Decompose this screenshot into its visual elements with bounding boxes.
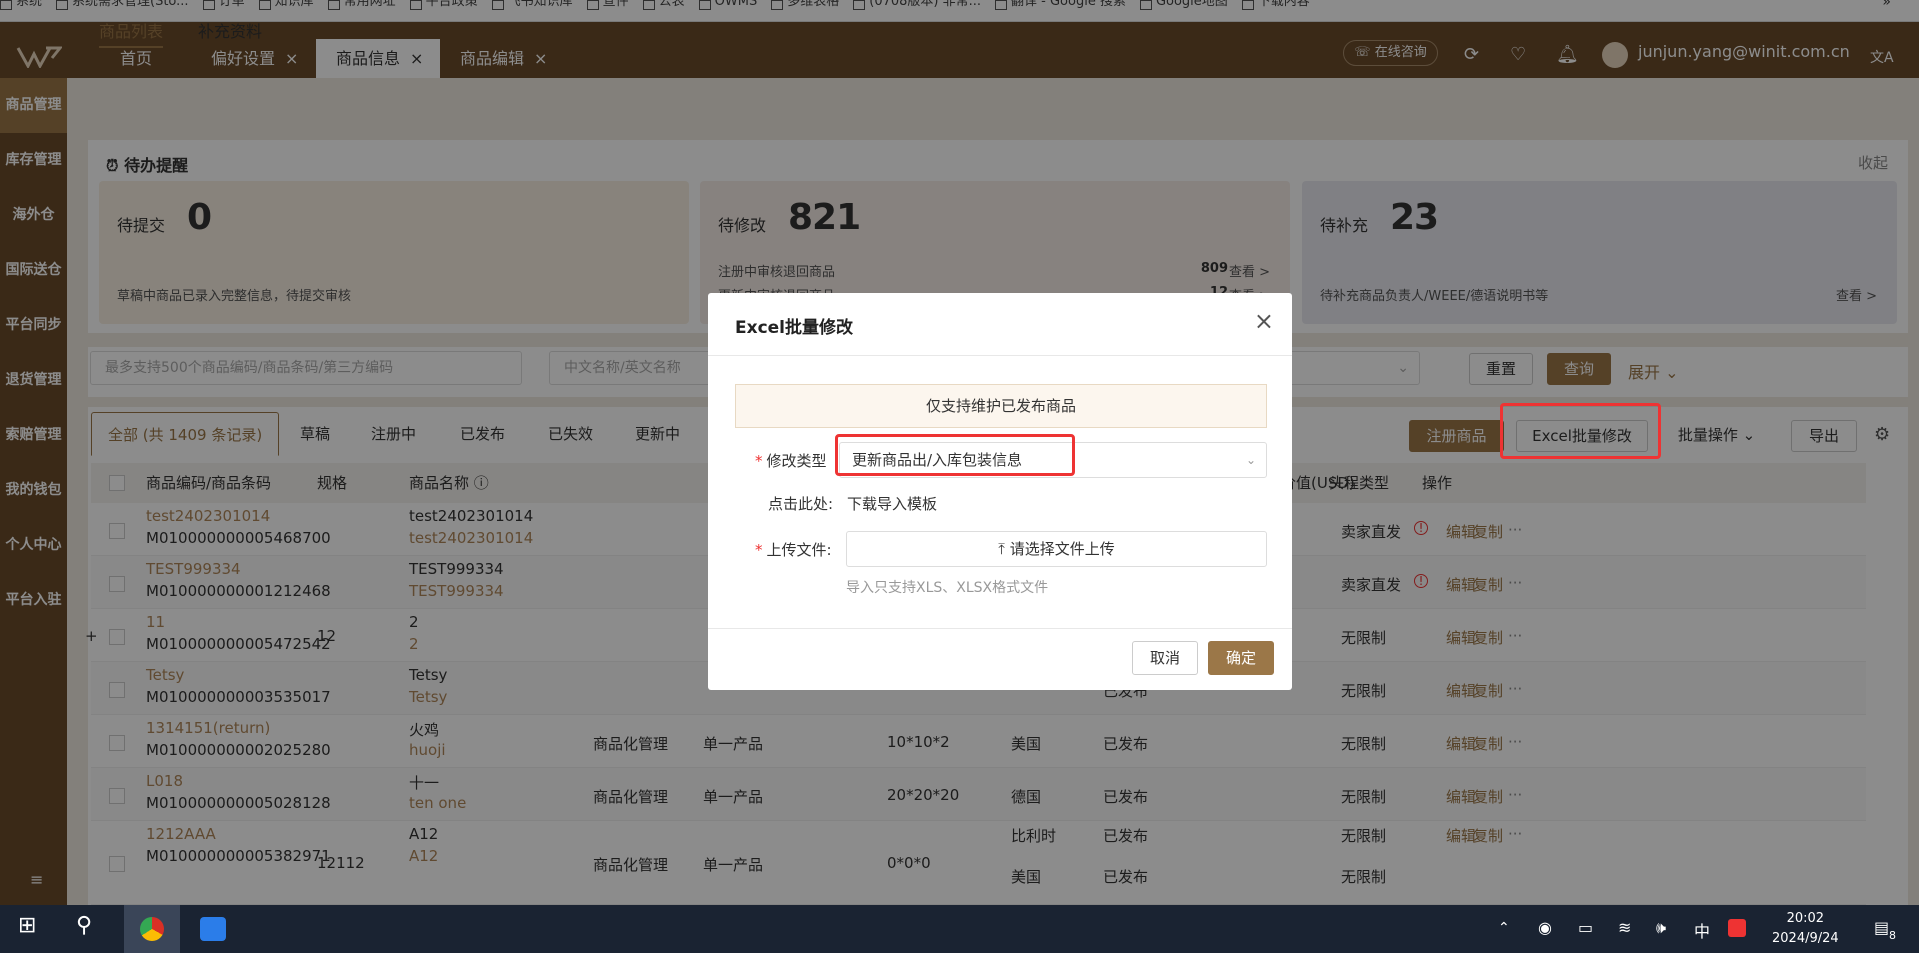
ime-indicator[interactable]: 中 xyxy=(1694,918,1710,942)
search-icon[interactable]: ⚲ xyxy=(76,913,92,938)
system-clock[interactable]: 20:02 2024/9/24 xyxy=(1772,909,1839,949)
upload-button-label: 请选择文件上传 xyxy=(1009,540,1115,558)
windows-start-icon[interactable]: ⊞ xyxy=(18,913,36,938)
upload-label-text: 上传文件: xyxy=(766,541,832,559)
notice-banner: 仅支持维护已发布商品 xyxy=(735,384,1267,428)
cancel-button[interactable]: 取消 xyxy=(1132,641,1198,675)
clock-date: 2024/9/24 xyxy=(1772,931,1839,946)
upload-icon: ⤒ xyxy=(998,540,1010,558)
feishu-icon[interactable] xyxy=(200,917,226,941)
volume-icon[interactable]: 🕪︎ xyxy=(1656,918,1666,938)
chevron-down-icon: ⌄ xyxy=(1245,453,1256,467)
sogou-icon[interactable] xyxy=(1728,919,1746,937)
download-label: 点击此处: xyxy=(768,495,834,513)
type-label-text: 修改类型 xyxy=(766,452,827,470)
dialog-title: Excel批量修改 xyxy=(735,318,854,338)
highlight-box-excel xyxy=(1500,403,1661,459)
upload-file-button[interactable]: ⤒ 请选择文件上传 xyxy=(846,531,1267,567)
required-marker: * xyxy=(755,452,763,470)
chrome-icon xyxy=(140,917,164,941)
upload-hint: 导入只支持XLS、XLSX格式文件 xyxy=(846,580,1049,596)
wifi-icon[interactable]: ≋ xyxy=(1618,918,1631,937)
confirm-button[interactable]: 确定 xyxy=(1208,641,1274,675)
divider xyxy=(708,628,1292,629)
required-marker: * xyxy=(755,541,763,559)
clock-time: 20:02 xyxy=(1786,911,1825,926)
divider xyxy=(708,355,1292,356)
close-icon[interactable]: × xyxy=(1254,307,1274,335)
tray-app-icon[interactable]: ◉ xyxy=(1538,918,1552,937)
battery-icon[interactable]: ▭ xyxy=(1578,918,1593,937)
download-template-link[interactable]: 下载导入模板 xyxy=(847,493,937,514)
upload-label: * 上传文件: xyxy=(755,539,832,560)
highlight-box-type xyxy=(835,434,1075,476)
excel-batch-edit-dialog: Excel批量修改 × 仅支持维护已发布商品 * 修改类型 更新商品出/入库包装信… xyxy=(708,293,1292,690)
tray-expand-icon[interactable]: ⌃ xyxy=(1498,920,1510,936)
chrome-taskbar-button[interactable] xyxy=(124,905,180,953)
notification-icon[interactable]: ▤ xyxy=(1874,918,1889,937)
type-label: * 修改类型 xyxy=(755,450,827,471)
notification-badge: 8 xyxy=(1889,929,1896,942)
